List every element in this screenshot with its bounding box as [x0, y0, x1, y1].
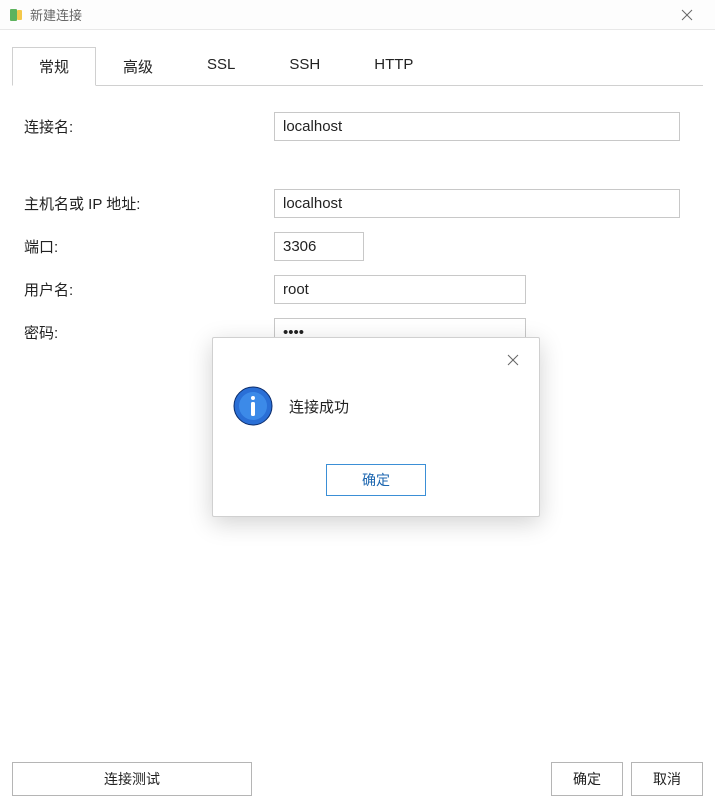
tab-advanced[interactable]: 高级 — [96, 47, 180, 86]
connection-result-dialog: 连接成功 确定 — [212, 337, 540, 517]
info-icon — [233, 386, 273, 426]
connection-name-input[interactable] — [274, 112, 680, 141]
dialog-body: 常规 高级 SSL SSH HTTP 连接名: 主机名或 IP 地址: 端口: … — [0, 30, 715, 347]
dialog-close-button[interactable] — [501, 348, 525, 372]
test-connection-button[interactable]: 连接测试 — [12, 762, 252, 796]
tab-general[interactable]: 常规 — [12, 47, 96, 86]
window-title: 新建连接 — [30, 5, 82, 24]
dialog-ok-button[interactable]: 确定 — [326, 464, 426, 496]
tab-ssh[interactable]: SSH — [262, 47, 347, 86]
window-titlebar: 新建连接 — [0, 0, 715, 30]
port-label: 端口: — [24, 236, 274, 257]
username-input[interactable] — [274, 275, 526, 304]
ok-button[interactable]: 确定 — [551, 762, 623, 796]
cancel-button[interactable]: 取消 — [631, 762, 703, 796]
connection-name-label: 连接名: — [24, 116, 274, 137]
dialog-message: 连接成功 — [289, 396, 349, 417]
username-label: 用户名: — [24, 279, 274, 300]
tab-http[interactable]: HTTP — [347, 47, 440, 86]
row-connection-name: 连接名: — [24, 112, 691, 141]
window-close-button[interactable] — [667, 1, 707, 29]
tab-ssl[interactable]: SSL — [180, 47, 262, 86]
host-input[interactable] — [274, 189, 680, 218]
host-label: 主机名或 IP 地址: — [24, 193, 274, 214]
tab-bar: 常规 高级 SSL SSH HTTP — [12, 46, 703, 86]
row-username: 用户名: — [24, 275, 691, 304]
app-icon — [8, 7, 24, 23]
row-port: 端口: — [24, 232, 691, 261]
row-host: 主机名或 IP 地址: — [24, 189, 691, 218]
close-icon — [681, 9, 693, 21]
connection-form: 连接名: 主机名或 IP 地址: 端口: 用户名: 密码: — [12, 104, 703, 347]
dialog-footer: 连接测试 确定 取消 — [0, 762, 715, 796]
close-icon — [507, 354, 519, 366]
port-input[interactable] — [274, 232, 364, 261]
